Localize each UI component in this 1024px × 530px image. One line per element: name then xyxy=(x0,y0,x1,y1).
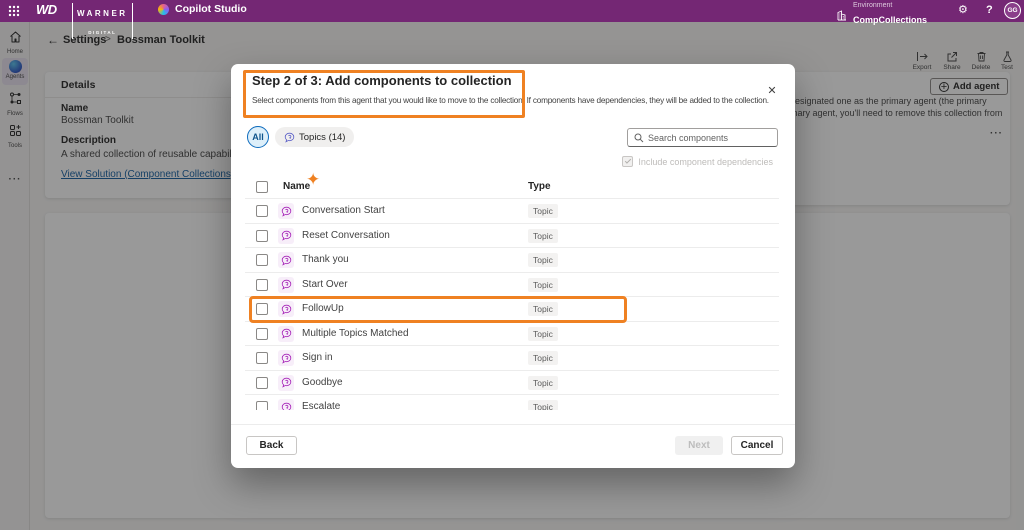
components-table: Name Type Conversation Start Topic Reset… xyxy=(245,178,779,410)
type-badge: Topic xyxy=(528,376,558,390)
component-name: FollowUp xyxy=(302,303,344,314)
checkmark-icon xyxy=(625,157,631,163)
type-badge: Topic xyxy=(528,229,558,243)
avatar[interactable]: GG xyxy=(1004,2,1021,19)
cancel-button[interactable]: Cancel xyxy=(731,436,783,455)
table-row[interactable]: Conversation Start Topic xyxy=(245,198,779,223)
top-app-bar: WD WARNER DIGITAL Copilot Studio Environ… xyxy=(0,0,1024,22)
type-badge: Topic xyxy=(528,351,558,365)
type-badge: Topic xyxy=(528,327,558,341)
topic-icon xyxy=(278,399,294,410)
row-checkbox[interactable] xyxy=(256,279,268,291)
table-row[interactable]: Start Over Topic xyxy=(245,272,779,297)
component-name: Thank you xyxy=(302,254,349,265)
environment-value: CompCollections xyxy=(853,15,927,25)
filter-chip-all[interactable]: All xyxy=(247,126,269,148)
add-components-dialog: Step 2 of 3: Add components to collectio… xyxy=(231,64,795,468)
environment-picker[interactable]: Environment CompCollections xyxy=(836,2,927,28)
include-dependencies-checkbox[interactable] xyxy=(622,156,633,167)
row-checkbox[interactable] xyxy=(256,254,268,266)
table-row[interactable]: Sign in Topic xyxy=(245,345,779,370)
settings-gear-icon[interactable]: ⚙ xyxy=(958,3,968,18)
copilot-studio-icon xyxy=(158,4,169,15)
search-box xyxy=(627,128,778,147)
include-dependencies: Include component dependencies xyxy=(622,156,773,167)
type-badge: Topic xyxy=(528,278,558,292)
row-checkbox[interactable] xyxy=(256,377,268,389)
row-checkbox[interactable] xyxy=(256,303,268,315)
close-icon[interactable]: ✕ xyxy=(762,81,782,101)
warner-wordmark: WARNER DIGITAL xyxy=(72,3,133,39)
include-dependencies-label: Include component dependencies xyxy=(638,157,773,167)
component-name: Conversation Start xyxy=(302,205,385,216)
table-row[interactable]: Multiple Topics Matched Topic xyxy=(245,321,779,346)
type-badge: Topic xyxy=(528,400,558,410)
search-icon xyxy=(634,133,644,143)
topic-icon xyxy=(278,203,294,219)
table-row[interactable]: Goodbye Topic xyxy=(245,370,779,395)
next-button[interactable]: Next xyxy=(675,436,723,455)
topic-icon xyxy=(278,277,294,293)
filter-chip-topics[interactable]: Topics (14) xyxy=(275,127,354,147)
column-header-name: Name xyxy=(283,181,310,192)
environment-label: Environment xyxy=(853,2,927,10)
type-badge: Topic xyxy=(528,204,558,218)
column-header-type: Type xyxy=(528,181,551,192)
component-name: Escalate xyxy=(302,401,340,410)
waffle-menu-icon[interactable] xyxy=(8,5,20,17)
row-checkbox[interactable] xyxy=(256,205,268,217)
component-name: Reset Conversation xyxy=(302,230,390,241)
component-name: Multiple Topics Matched xyxy=(302,328,409,339)
topic-icon xyxy=(278,375,294,391)
table-row[interactable]: Escalate Topic xyxy=(245,394,779,410)
topic-icon xyxy=(278,301,294,317)
table-row[interactable]: FollowUp Topic xyxy=(245,296,779,321)
topic-icon xyxy=(278,252,294,268)
component-name: Goodbye xyxy=(302,377,343,388)
row-checkbox[interactable] xyxy=(256,352,268,364)
component-name: Start Over xyxy=(302,279,348,290)
building-icon xyxy=(836,10,847,21)
search-input[interactable] xyxy=(648,133,768,143)
component-name: Sign in xyxy=(302,352,333,363)
warner-digital-logo: WD xyxy=(36,2,57,17)
row-checkbox[interactable] xyxy=(256,230,268,242)
app-title: Copilot Studio xyxy=(158,3,247,15)
table-header: Name Type xyxy=(245,178,779,198)
back-button[interactable]: Back xyxy=(246,436,297,455)
dialog-title: Step 2 of 3: Add components to collectio… xyxy=(252,73,512,88)
table-row[interactable]: Thank you Topic xyxy=(245,247,779,272)
topic-icon xyxy=(278,350,294,366)
row-checkbox[interactable] xyxy=(256,401,268,410)
topic-icon xyxy=(278,228,294,244)
select-all-checkbox[interactable] xyxy=(256,181,268,193)
dialog-subtitle: Select components from this agent that y… xyxy=(252,96,786,105)
help-icon[interactable]: ? xyxy=(986,3,993,18)
app-root: WD WARNER DIGITAL Copilot Studio Environ… xyxy=(0,0,1024,530)
topic-icon xyxy=(278,326,294,342)
table-row[interactable]: Reset Conversation Topic xyxy=(245,223,779,248)
type-badge: Topic xyxy=(528,253,558,267)
type-badge: Topic xyxy=(528,302,558,316)
dialog-footer: Back Next Cancel xyxy=(231,424,795,468)
row-checkbox[interactable] xyxy=(256,328,268,340)
topic-icon xyxy=(284,132,295,143)
